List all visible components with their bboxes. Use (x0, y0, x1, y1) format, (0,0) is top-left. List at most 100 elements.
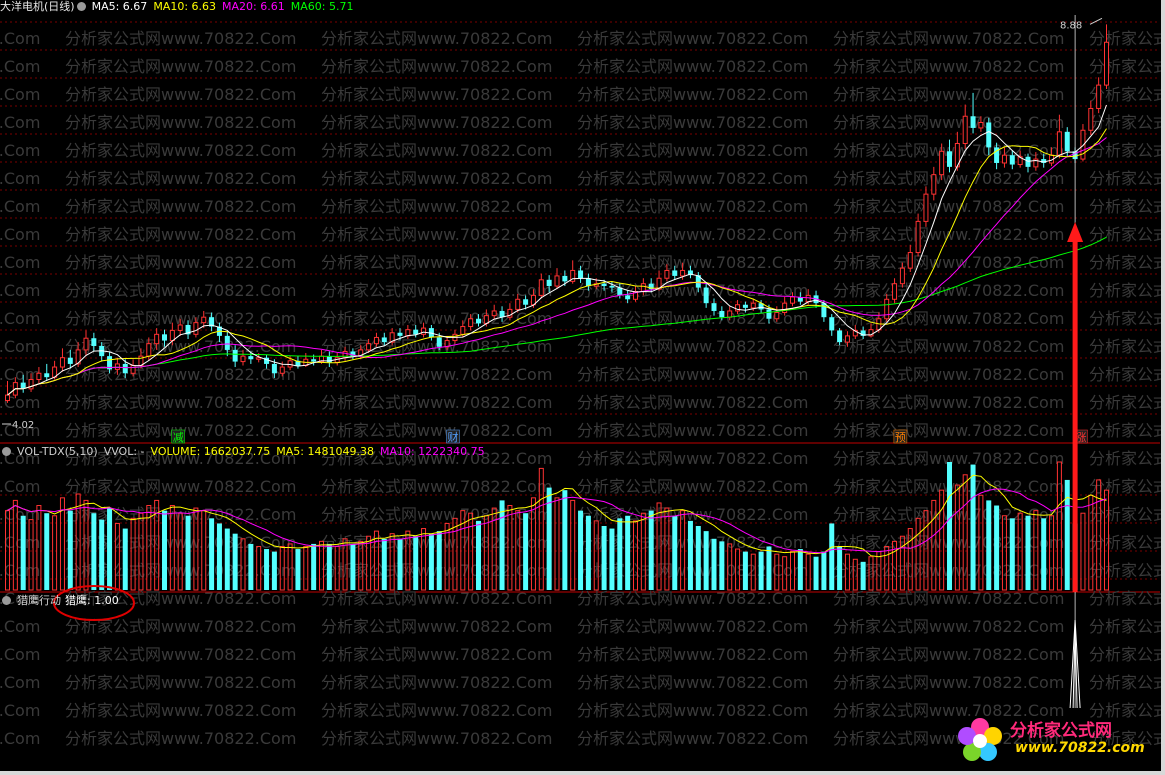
candle-body (44, 373, 50, 378)
candle-body (742, 304, 748, 308)
candle-body (224, 335, 230, 350)
watermark-text: 分析家公式网www.70822.Com (0, 57, 40, 76)
volume-bar (672, 515, 678, 590)
candle-body (177, 324, 183, 331)
watermark-text: 分析家公式网www.70822.Com (833, 197, 1064, 216)
watermark-text: 分析家公式网www.70822.Com (65, 477, 296, 496)
candle-body (538, 279, 544, 296)
volume-bar (162, 510, 167, 590)
flower-logo-icon (958, 718, 1002, 761)
watermark-text: 分析家公式网www.70822.Com (65, 645, 296, 664)
watermark-text: 分析家公式网www.70822.Com (65, 701, 296, 720)
candle-body (750, 302, 756, 309)
watermark-text: 分析家公式网www.70822.Com (1089, 589, 1165, 608)
candle-body (625, 295, 631, 300)
ma60-value: MA60: 5.71 (290, 0, 354, 13)
candle-body (193, 322, 199, 335)
candle-body (114, 363, 120, 370)
volume-bar (476, 520, 481, 590)
volume-bar (91, 513, 97, 590)
candle-body (523, 299, 529, 305)
watermark-text: 分析家公式网www.70822.Com (65, 57, 296, 76)
candle-body (837, 330, 843, 343)
candle-body (601, 283, 607, 287)
candle-body (640, 283, 646, 292)
watermark-text: 分析家公式网www.70822.Com (65, 393, 296, 412)
indicator-name: 猎鹰行动 (17, 594, 61, 607)
watermark-text: 分析家公式网www.70822.Com (577, 393, 808, 412)
watermark-text: 分析家公式网www.70822.Com (0, 197, 40, 216)
volume-bar (562, 490, 568, 590)
watermark-text: 分析家公式网www.70822.Com (833, 85, 1064, 104)
candle-body (907, 252, 913, 269)
watermark-text: 分析家公式网www.70822.Com (1089, 29, 1165, 48)
watermark-text: 分析家公式网www.70822.Com (65, 113, 296, 132)
ma20-value: MA20: 6.61 (222, 0, 285, 13)
volume-bar (758, 551, 764, 590)
watermark-text: 分析家公式网www.70822.Com (833, 113, 1064, 132)
watermark-text: 分析家公式网www.70822.Com (577, 729, 808, 748)
volume-settings-circle-icon[interactable] (2, 447, 11, 456)
event-marker-label: 预 (895, 431, 906, 444)
watermark-text: 分析家公式网www.70822.Com (321, 197, 552, 216)
candle-body (970, 116, 976, 128)
candle (907, 244, 913, 273)
volume-bar (107, 508, 113, 590)
volume-bar (44, 513, 50, 590)
event-marker-label: 财 (447, 430, 458, 444)
indicator-settings-circle-icon[interactable] (2, 596, 11, 605)
watermark-text: 分析家公式网www.70822.Com (833, 617, 1064, 636)
candle-body (169, 329, 175, 342)
watermark-text: 分析家公式网www.70822.Com (577, 617, 808, 636)
watermark-text: 分析家公式网www.70822.Com (65, 85, 296, 104)
volume-bar (695, 526, 701, 590)
watermark-text: 分析家公式网www.70822.Com (321, 421, 552, 440)
candle-body (279, 366, 285, 374)
indicator-value: 猎鹰: 1.00 (65, 594, 119, 607)
candle-body (829, 317, 835, 331)
watermark-text: 分析家公式网www.70822.Com (833, 365, 1064, 384)
volume-bar (1064, 479, 1070, 590)
settings-circle-icon[interactable] (76, 2, 86, 11)
candle-body (436, 337, 442, 347)
volume-bar (648, 510, 654, 590)
candle-body (421, 327, 427, 335)
watermark-text: 分析家公式网www.70822.Com (0, 225, 40, 244)
candle-body (405, 329, 411, 337)
watermark-text: 分析家公式网www.70822.Com (577, 141, 808, 160)
chart-canvas[interactable]: 分析家公式网www.70822.Com 分析家公式网www.70822.Com 分析… (0, 0, 1165, 775)
candle-body (986, 122, 992, 148)
watermark-text: 分析家公式网www.70822.Com (321, 253, 552, 272)
volume-bar (185, 515, 191, 590)
watermark-text: 分析家公式网www.70822.Com (577, 421, 808, 440)
candle (538, 273, 544, 299)
watermark-text: 分析家公式网www.70822.Com (833, 393, 1064, 412)
watermark-text: 分析家公式网www.70822.Com (321, 645, 552, 664)
watermark-text: 分析家公式网www.70822.Com (577, 169, 808, 188)
watermark-text: 分析家公式网www.70822.Com (321, 729, 552, 748)
candle-body (271, 363, 277, 374)
volume-bar (1025, 515, 1031, 590)
candle-body (1001, 154, 1007, 164)
watermark-text: 分析家公式网www.70822.Com (833, 29, 1064, 48)
watermark-text: 分析家公式网www.70822.Com (321, 393, 552, 412)
watermark-text: 分析家公式网www.70822.Com (65, 141, 296, 160)
watermark-text: 分析家公式网www.70822.Com (321, 673, 552, 692)
watermark-text: 分析家公式网www.70822.Com (833, 645, 1064, 664)
candle-body (939, 150, 945, 176)
vol-ma5-value: MA5: 1481049.38 (276, 445, 374, 458)
candle-body (83, 337, 89, 351)
volume-bar (350, 543, 356, 590)
candle-body (562, 275, 568, 282)
price-high-label: 8.88 (1060, 20, 1082, 31)
watermark-text: 分析家公式网www.70822.Com (1089, 449, 1165, 468)
candle (962, 104, 968, 149)
candle-body (311, 359, 317, 362)
watermark-text: 分析家公式网www.70822.Com (65, 169, 296, 188)
candle-body (67, 357, 73, 364)
watermark-text: 分析家公式网www.70822.Com (321, 225, 552, 244)
watermark-text: 分析家公式网www.70822.Com (0, 533, 40, 552)
volume-bar (829, 523, 835, 590)
volume-bar (986, 500, 992, 590)
watermark-text: 分析家公式网www.70822.Com (0, 617, 40, 636)
